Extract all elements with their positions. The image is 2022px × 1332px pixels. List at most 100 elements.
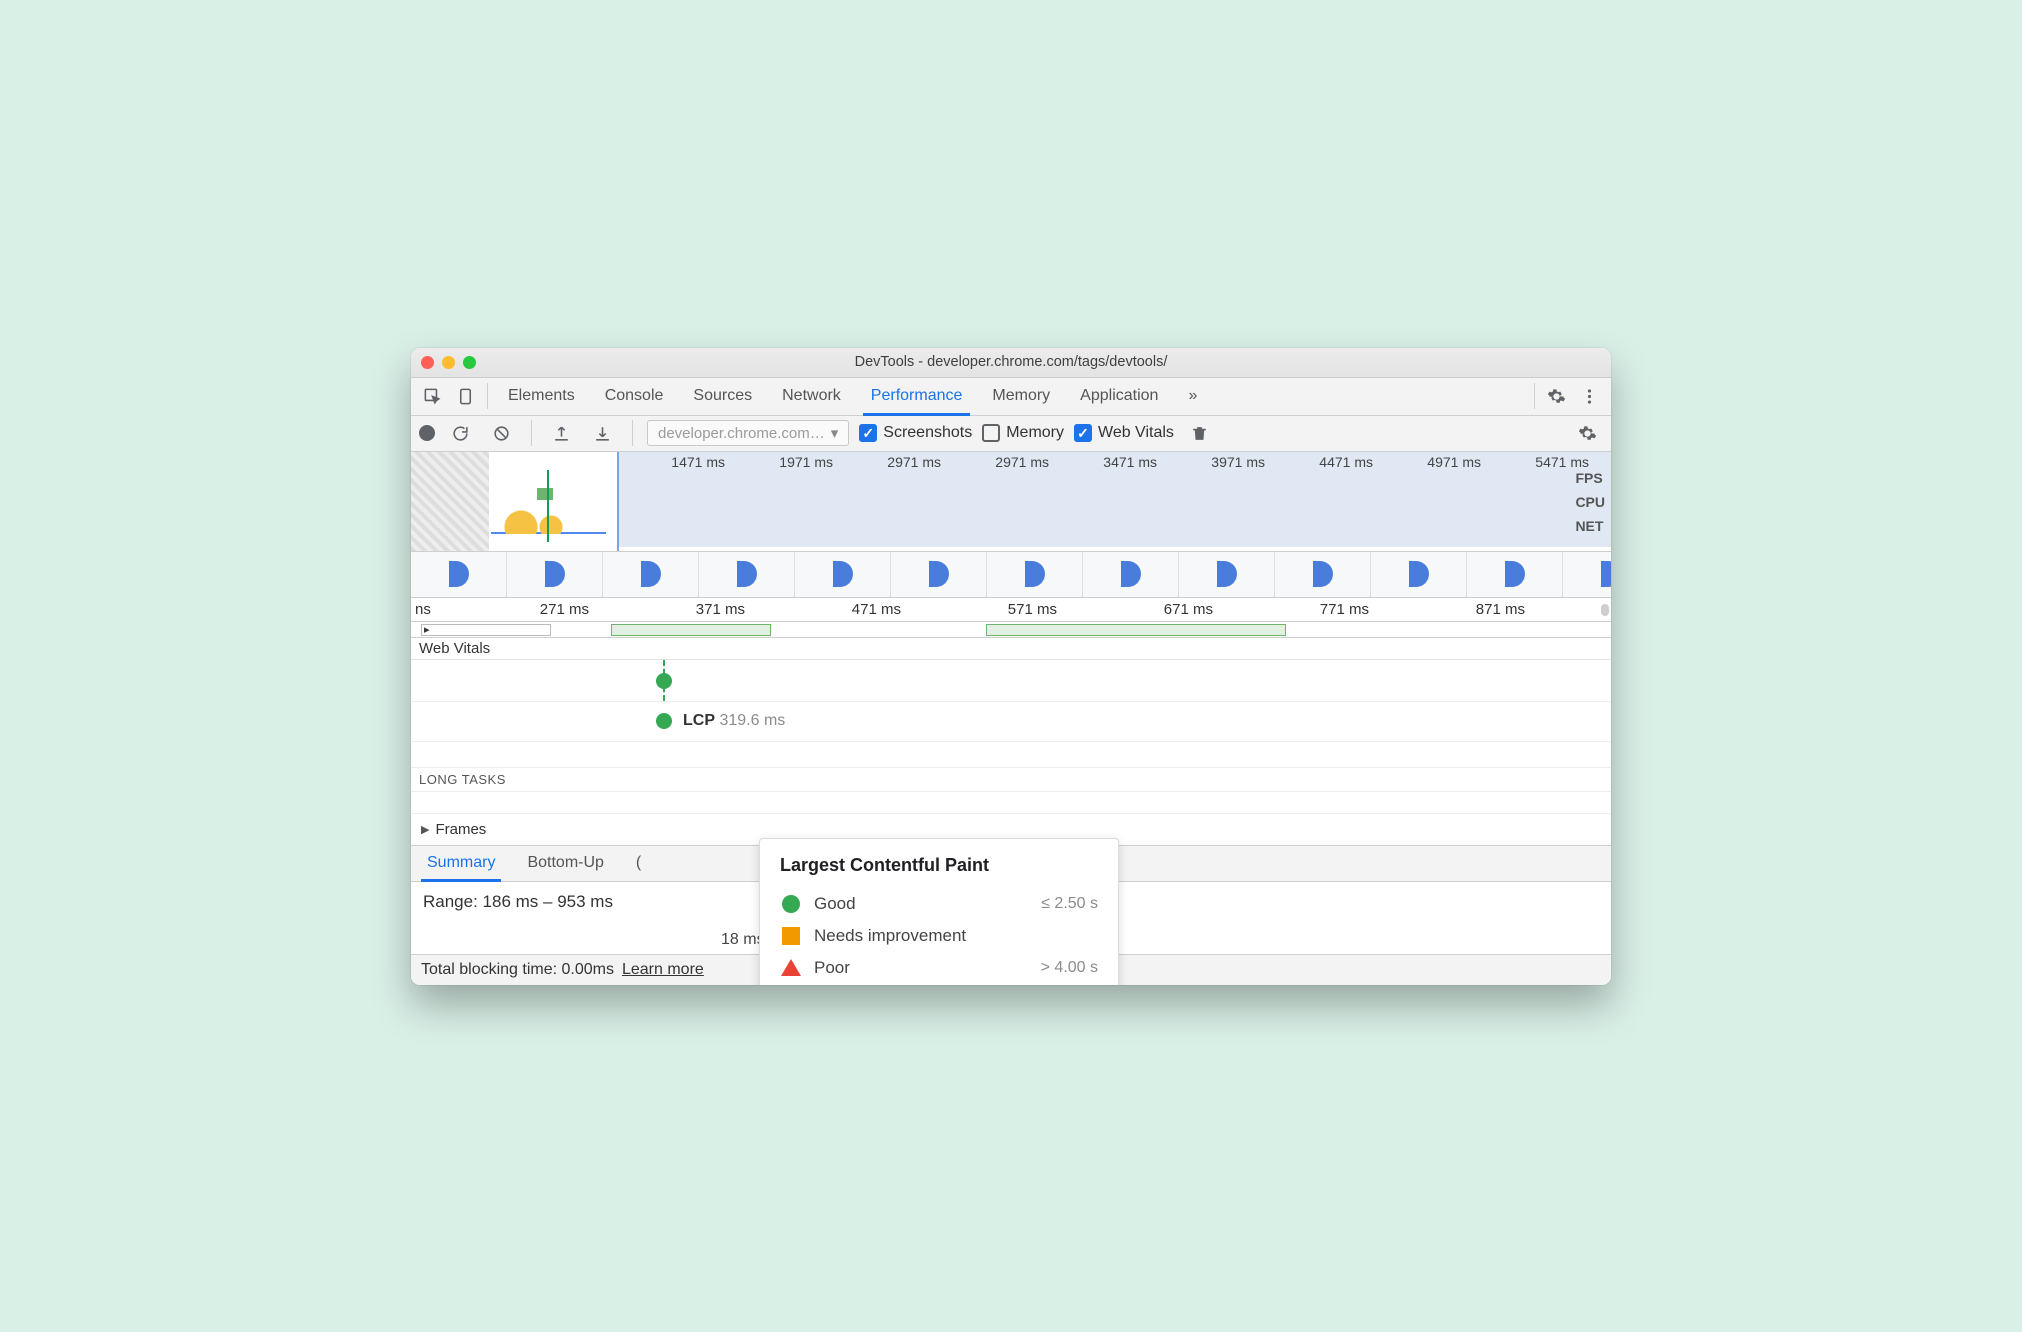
filmstrip-frame[interactable] (1083, 552, 1179, 597)
checkbox-icon (982, 424, 1000, 442)
tab-performance[interactable]: Performance (857, 378, 977, 415)
screenshots-checkbox[interactable]: ✓ Screenshots (859, 424, 972, 442)
overview-timeline[interactable]: 471 ms971 ms 1471 ms1971 ms 2971 ms2971 … (411, 452, 1611, 552)
inspect-element-icon[interactable] (417, 380, 448, 412)
download-icon[interactable] (587, 417, 618, 449)
window-title: DevTools - developer.chrome.com/tags/dev… (855, 354, 1168, 370)
chevron-down-icon: ▾ (831, 424, 839, 442)
close-window-icon[interactable] (421, 356, 434, 369)
device-toggle-icon[interactable] (450, 380, 481, 412)
filmstrip-frame[interactable] (507, 552, 603, 597)
network-lane[interactable]: ▸ (411, 622, 1611, 638)
trash-icon[interactable] (1184, 417, 1215, 449)
cpu-label: CPU (1575, 494, 1605, 510)
filmstrip-frame[interactable] (603, 552, 699, 597)
recording-select-label: developer.chrome.com… (658, 425, 825, 442)
main-tabstrip: Elements Console Sources Network Perform… (411, 378, 1611, 416)
screenshot-filmstrip[interactable] (411, 552, 1611, 598)
memory-label: Memory (1006, 424, 1064, 442)
checkbox-icon: ✓ (1074, 424, 1092, 442)
expand-icon: ▶ (421, 823, 429, 836)
tooltip-row-good: Good ≤ 2.50 s (780, 888, 1098, 920)
filmstrip-frame[interactable] (699, 552, 795, 597)
overview-lane-labels: FPS CPU NET (1575, 470, 1605, 534)
filmstrip-frame[interactable] (987, 552, 1083, 597)
capture-settings-gear-icon[interactable] (1572, 417, 1603, 449)
filmstrip-frame[interactable] (1563, 552, 1611, 597)
tab-sources[interactable]: Sources (679, 378, 766, 415)
long-tasks-header: LONG TASKS (411, 768, 1611, 792)
tooltip-row-needs: Needs improvement (780, 920, 1098, 952)
lcp-tooltip: Largest Contentful Paint Good ≤ 2.50 s N… (759, 838, 1119, 985)
filmstrip-frame[interactable] (1371, 552, 1467, 597)
traffic-lights (421, 356, 476, 369)
network-bar[interactable] (986, 624, 1286, 636)
circle-icon (780, 895, 802, 913)
detail-ruler-ticks: ns 271 ms371 ms 471 ms571 ms 671 ms771 m… (411, 601, 1611, 618)
tab-summary[interactable]: Summary (411, 846, 511, 881)
screenshots-label: Screenshots (883, 424, 972, 442)
settings-gear-icon[interactable] (1541, 380, 1572, 412)
web-vitals-checkbox[interactable]: ✓ Web Vitals (1074, 424, 1174, 442)
filmstrip-frame[interactable] (795, 552, 891, 597)
filmstrip-frame[interactable] (1275, 552, 1371, 597)
lcp-value: 319.6 ms (719, 712, 785, 729)
window-titlebar: DevTools - developer.chrome.com/tags/dev… (411, 348, 1611, 378)
tooltip-poor-thresh: > 4.00 s (1041, 959, 1098, 977)
record-button[interactable] (419, 425, 435, 441)
clear-icon[interactable] (486, 417, 517, 449)
web-vitals-label: Web Vitals (1098, 424, 1174, 442)
lcp-row: LCP 319.6 ms (411, 702, 1611, 742)
lcp-label: LCP (683, 712, 715, 729)
recording-select[interactable]: developer.chrome.com… ▾ (647, 420, 849, 446)
upload-icon[interactable] (546, 417, 577, 449)
tab-more[interactable]: ( (620, 846, 657, 881)
network-bar[interactable]: ▸ (421, 624, 551, 636)
tab-elements[interactable]: Elements (494, 378, 589, 415)
overview-marker (547, 470, 549, 542)
overview-selection[interactable] (411, 452, 619, 551)
filmstrip-frame[interactable] (1467, 552, 1563, 597)
checkbox-icon: ✓ (859, 424, 877, 442)
web-vitals-row (411, 742, 1611, 768)
vital-marker-icon[interactable] (656, 673, 672, 689)
tooltip-good-thresh: ≤ 2.50 s (1041, 895, 1098, 913)
tab-network[interactable]: Network (768, 378, 855, 415)
frames-label: Frames (435, 821, 486, 838)
net-label: NET (1575, 518, 1605, 534)
total-blocking-time: Total blocking time: 0.00ms (421, 961, 614, 979)
zoom-window-icon[interactable] (463, 356, 476, 369)
tab-memory[interactable]: Memory (978, 378, 1064, 415)
tab-console[interactable]: Console (591, 378, 678, 415)
memory-checkbox[interactable]: Memory (982, 424, 1064, 442)
web-vitals-row (411, 660, 1611, 702)
performance-toolbar: developer.chrome.com… ▾ ✓ Screenshots Me… (411, 416, 1611, 452)
fps-label: FPS (1575, 470, 1605, 486)
divider (632, 420, 633, 446)
divider (487, 383, 488, 409)
minimize-window-icon[interactable] (442, 356, 455, 369)
tab-application[interactable]: Application (1066, 378, 1172, 415)
devtools-window: DevTools - developer.chrome.com/tags/dev… (411, 348, 1611, 985)
kebab-menu-icon[interactable] (1574, 380, 1605, 412)
detail-ruler[interactable]: ns 271 ms371 ms 471 ms571 ms 671 ms771 m… (411, 598, 1611, 622)
tab-more[interactable]: » (1174, 378, 1211, 415)
filmstrip-frame[interactable] (1179, 552, 1275, 597)
tooltip-needs-label: Needs improvement (814, 926, 1098, 946)
lcp-annotation: LCP 319.6 ms (683, 712, 785, 730)
divider (1534, 383, 1535, 409)
filmstrip-frame[interactable] (411, 552, 507, 597)
filmstrip-frame[interactable] (891, 552, 987, 597)
learn-more-link[interactable]: Learn more (622, 961, 704, 979)
tooltip-poor-label: Poor (814, 958, 1041, 978)
tooltip-row-poor: Poor > 4.00 s (780, 952, 1098, 984)
web-vitals-header: Web Vitals (411, 638, 1611, 660)
tab-bottom-up[interactable]: Bottom-Up (511, 846, 619, 881)
long-tasks-row (411, 792, 1611, 814)
square-icon (780, 927, 802, 945)
lcp-marker-icon[interactable] (656, 713, 672, 729)
triangle-icon (780, 959, 802, 976)
network-bar[interactable] (611, 624, 771, 636)
tooltip-title: Largest Contentful Paint (780, 855, 1098, 876)
reload-icon[interactable] (445, 417, 476, 449)
